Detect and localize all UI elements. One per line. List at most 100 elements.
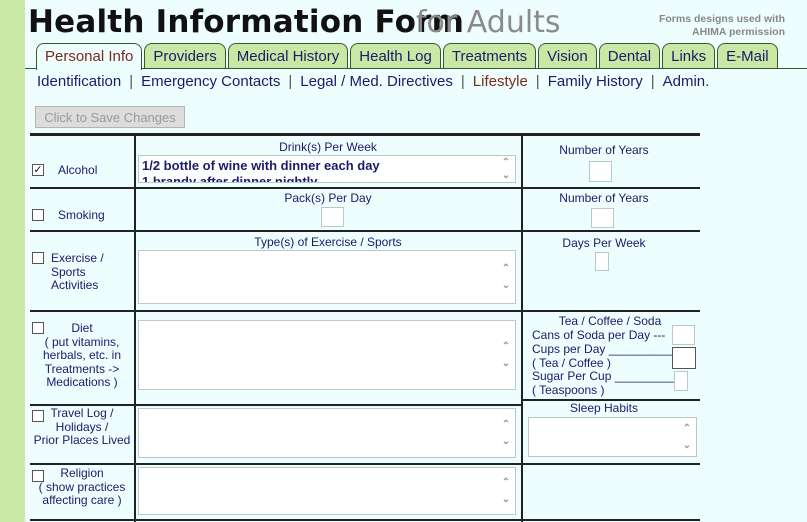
scroll-up-icon[interactable]: ⌃	[502, 157, 510, 168]
exercise-label-line-3: Activities	[51, 278, 99, 292]
diet-label-line-4: Treatments ->	[44, 361, 120, 376]
smoking-checkbox[interactable]	[32, 209, 44, 221]
subnav-separator: |	[460, 73, 465, 90]
row-divider	[30, 519, 700, 521]
table-top-border	[30, 133, 700, 136]
scroll-down-icon[interactable]: ⌄	[502, 358, 510, 369]
exercise-scrollbar[interactable]: ⌃ ⌄	[498, 252, 514, 302]
scroll-down-icon[interactable]: ⌄	[502, 280, 510, 291]
subnav-identification[interactable]: Identification	[37, 73, 121, 90]
drinks-per-week-field[interactable]: 1/2 bottle of wine with dinner each day …	[138, 155, 516, 183]
travel-field[interactable]: ⌃ ⌄	[138, 408, 516, 458]
diet-field[interactable]: ⌃ ⌄	[138, 320, 516, 390]
cups-label-line-1: Cups per Day ____________	[532, 342, 689, 356]
scroll-up-icon[interactable]: ⌃	[502, 341, 510, 352]
tab-email[interactable]: E-Mail	[717, 43, 778, 68]
packs-per-day-field[interactable]	[321, 207, 344, 227]
form-page: Health Information Form for Adults Forms…	[25, 0, 807, 522]
tab-providers[interactable]: Providers	[144, 43, 226, 68]
tab-personal-info[interactable]: Personal Info	[36, 43, 143, 70]
subnav-separator: |	[650, 73, 655, 90]
sleep-habits-field[interactable]: ⌃ ⌄	[528, 417, 697, 457]
drinks-line-2: 1 brandy after dinner nightly	[142, 174, 318, 183]
religion-scrollbar[interactable]: ⌃ ⌄	[498, 469, 514, 513]
subnav-separator: |	[129, 73, 134, 90]
diet-label-line-3: herbals, etc. in	[42, 348, 122, 362]
credit-note: Forms designs used with AHIMA permission	[645, 13, 785, 39]
subnav-emergency-contacts[interactable]: Emergency Contacts	[141, 73, 280, 90]
subnav-separator: |	[288, 73, 293, 90]
credit-line-1: Forms designs used with	[658, 13, 785, 25]
days-per-week-label: Days Per Week	[562, 236, 646, 250]
exercise-label-line-2: Sports	[51, 264, 86, 279]
days-per-week-field[interactable]	[595, 252, 609, 271]
sleep-habits-label: Sleep Habits	[569, 401, 639, 415]
exercise-checkbox[interactable]	[32, 252, 44, 264]
travel-label: Travel Log / Holidays / Prior Places Liv…	[29, 406, 135, 448]
travel-label-line-2: Holidays /	[55, 419, 109, 434]
exercise-label-line-1: Exercise /	[51, 251, 104, 265]
tab-vision[interactable]: Vision	[538, 43, 597, 68]
row-divider	[30, 187, 700, 189]
scroll-up-icon[interactable]: ⌃	[502, 477, 510, 488]
alcohol-years-field[interactable]	[589, 161, 612, 182]
page-subtitle: for Adults	[416, 5, 561, 40]
exercise-types-header: Type(s) of Exercise / Sports	[254, 235, 402, 249]
diet-label-line-2: ( put vitamins,	[44, 334, 120, 349]
row-divider	[30, 310, 700, 312]
scroll-up-icon[interactable]: ⌃	[502, 419, 510, 430]
row-divider	[30, 463, 700, 465]
scroll-down-icon[interactable]: ⌄	[502, 170, 510, 181]
scroll-up-icon[interactable]: ⌃	[683, 423, 691, 434]
drinks-per-week-header: Drink(s) Per Week	[279, 140, 377, 154]
sugar-label-line-2: ( Teaspoons )	[532, 382, 605, 397]
tab-treatments[interactable]: Treatments	[442, 43, 537, 68]
exercise-types-field[interactable]: ⌃ ⌄	[138, 250, 516, 304]
scroll-down-icon[interactable]: ⌄	[502, 494, 510, 505]
scroll-up-icon[interactable]: ⌃	[502, 263, 510, 274]
tab-links[interactable]: Links	[662, 43, 716, 68]
credit-line-2: AHIMA permission	[692, 26, 785, 38]
alcohol-years-label: Number of Years	[559, 143, 649, 157]
smoking-years-label: Number of Years	[559, 191, 649, 205]
save-changes-button[interactable]: Click to Save Changes	[35, 106, 185, 128]
diet-scrollbar[interactable]: ⌃ ⌄	[498, 322, 514, 388]
sugar-label-line-1: Sugar Per Cup __________	[532, 369, 682, 383]
row-divider	[30, 230, 700, 232]
tab-medical-history[interactable]: Medical History	[227, 43, 349, 68]
scroll-down-icon[interactable]: ⌄	[502, 436, 510, 447]
travel-label-line-3: Prior Places Lived	[33, 433, 131, 447]
subnav-separator: |	[535, 73, 540, 90]
subnav-family-history[interactable]: Family History	[548, 73, 643, 90]
subnav-legal-directives[interactable]: Legal / Med. Directives	[300, 73, 453, 90]
diet-label-line-1: Diet	[71, 321, 93, 335]
travel-label-line-1: Travel Log /	[50, 406, 114, 420]
cups-label-line-2: ( Tea / Coffee )	[532, 355, 611, 370]
alcohol-label: Alcohol	[58, 163, 98, 177]
scroll-down-icon[interactable]: ⌄	[683, 440, 691, 451]
subnav-lifestyle[interactable]: Lifestyle	[473, 73, 528, 90]
travel-scrollbar[interactable]: ⌃ ⌄	[498, 410, 514, 456]
religion-label-line-1: Religion	[60, 466, 104, 480]
religion-label-line-3: affecting care )	[42, 493, 122, 507]
religion-field[interactable]: ⌃ ⌄	[138, 467, 516, 515]
tab-health-log[interactable]: Health Log	[350, 43, 441, 68]
tab-dental[interactable]: Dental	[598, 43, 661, 68]
packs-per-day-header: Pack(s) Per Day	[284, 191, 372, 205]
cups-per-day-label: Cups per Day ____________ ( Tea / Coffee…	[532, 342, 689, 370]
alcohol-checkbox[interactable]: ✓	[32, 164, 44, 176]
page-title: Health Information Form	[28, 4, 465, 40]
cups-per-day-field[interactable]	[672, 347, 696, 369]
religion-label-line-2: ( show practices	[38, 479, 126, 494]
sleep-scrollbar[interactable]: ⌃ ⌄	[679, 419, 695, 455]
exercise-label: Exercise / Sports Activities	[51, 251, 104, 293]
religion-label: Religion ( show practices affecting care…	[31, 466, 133, 508]
smoking-label: Smoking	[58, 208, 105, 222]
tea-coffee-soda-title: Tea / Coffee / Soda	[558, 314, 662, 328]
sugar-per-cup-label: Sugar Per Cup __________ ( Teaspoons )	[532, 369, 682, 397]
drinks-scrollbar[interactable]: ⌃ ⌄	[498, 157, 514, 181]
soda-cans-label: Cans of Soda per Day ---	[532, 328, 666, 342]
subnav-admin[interactable]: Admin.	[663, 73, 710, 90]
sugar-per-cup-field[interactable]	[674, 371, 688, 391]
smoking-years-field[interactable]	[591, 208, 614, 228]
